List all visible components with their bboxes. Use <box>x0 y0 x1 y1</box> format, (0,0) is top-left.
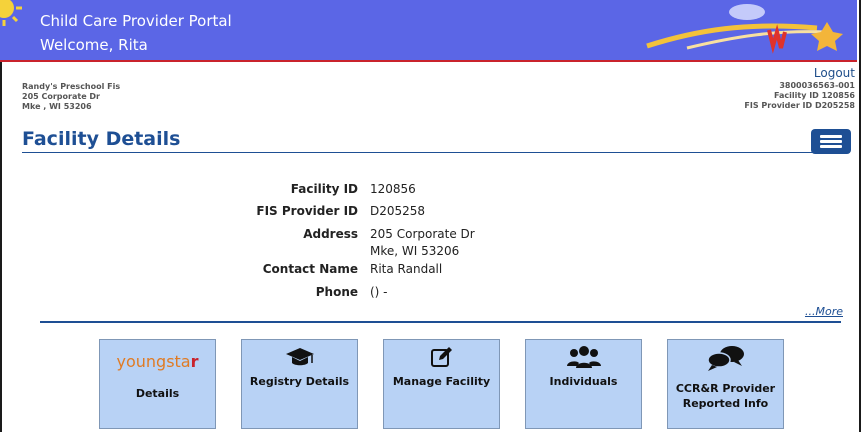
fis-provider-summary: FIS Provider ID D205258 <box>744 101 855 110</box>
facility-name: Randy's Preschool Fis <box>22 82 121 91</box>
facility-street: 205 Corporate Dr <box>22 92 100 101</box>
registry-details-label: Registry Details <box>249 375 350 388</box>
youngstar-details-tile[interactable]: youngstar Details <box>99 339 216 429</box>
edit-icon <box>430 347 452 367</box>
facility-id-label: Facility ID <box>290 182 358 196</box>
title-underline <box>22 152 832 153</box>
menu-button[interactable] <box>811 129 851 154</box>
logout-link[interactable]: Logout <box>814 66 855 80</box>
account-ids: 3800036563-001 Facility ID 120856 FIS Pr… <box>744 81 855 111</box>
manage-facility-tile[interactable]: Manage Facility <box>383 339 500 429</box>
youngstar-details-label: Details <box>135 387 180 400</box>
facility-id-value: 120856 <box>370 182 416 196</box>
fis-provider-value: D205258 <box>370 204 426 218</box>
phone-value: () - <box>370 285 388 299</box>
section-divider <box>40 321 841 323</box>
header-banner: Child Care Provider Portal Welcome, Rita <box>0 0 857 60</box>
facility-id-summary: Facility ID 120856 <box>774 91 855 100</box>
sun-icon <box>0 0 22 26</box>
app-title: Child Care Provider Portal <box>40 12 232 30</box>
hamburger-menu-icon <box>820 135 842 138</box>
address-line2: Mke, WI 53206 <box>370 244 460 258</box>
header-decoration-image <box>646 4 843 54</box>
registry-details-tile[interactable]: Registry Details <box>241 339 358 429</box>
manage-facility-label: Manage Facility <box>392 375 491 388</box>
youngstar-logo: youngstar <box>116 352 199 371</box>
ccrr-label-line2: Reported Info <box>682 397 769 410</box>
address-line1: 205 Corporate Dr <box>370 227 475 241</box>
facility-summary: Randy's Preschool Fis 205 Corporate Dr M… <box>22 82 120 112</box>
address-label: Address <box>303 227 358 241</box>
header-divider <box>0 60 857 62</box>
contact-label: Contact Name <box>262 262 358 276</box>
fis-provider-label: FIS Provider ID <box>256 204 358 218</box>
users-icon <box>566 346 601 368</box>
case-number: 3800036563-001 <box>779 81 855 90</box>
facility-city: Mke , WI 53206 <box>22 102 92 111</box>
ccrr-provider-tile[interactable]: CCR&R Provider Reported Info <box>667 339 784 429</box>
graduation-cap-icon <box>285 348 314 366</box>
phone-label: Phone <box>315 285 358 299</box>
welcome-text: Welcome, Rita <box>40 36 148 54</box>
contact-value: Rita Randall <box>370 262 443 276</box>
individuals-tile[interactable]: Individuals <box>525 339 642 429</box>
page-title: Facility Details <box>22 128 181 150</box>
ccrr-label-line1: CCR&R Provider <box>675 382 776 395</box>
individuals-label: Individuals <box>549 375 618 388</box>
comments-icon <box>706 346 744 371</box>
more-link[interactable]: ...More <box>805 305 843 318</box>
